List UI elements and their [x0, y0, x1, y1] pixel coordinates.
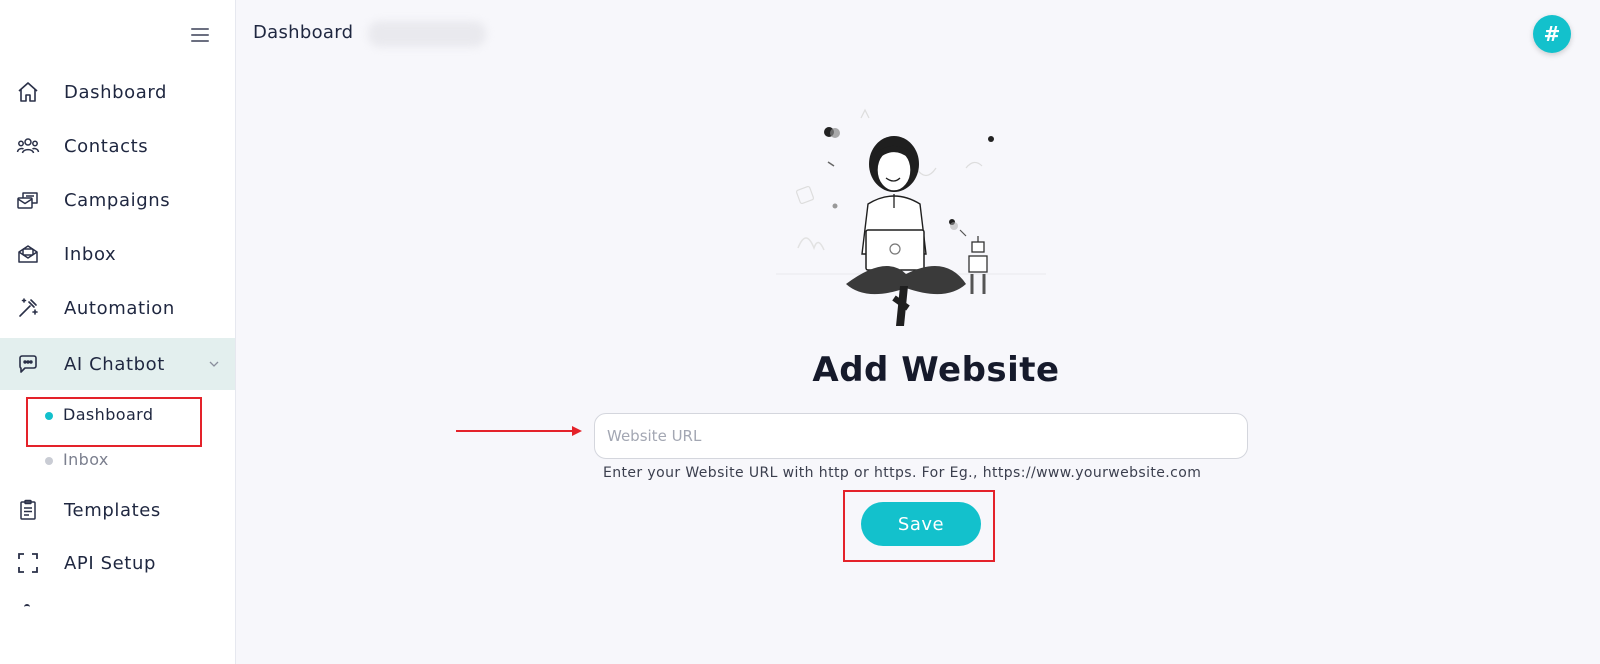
save-button[interactable]: Save: [861, 502, 981, 546]
cropped-icon-fragment: [24, 604, 30, 607]
inbox-icon: [16, 242, 40, 266]
sidebar-item-ai-chatbot[interactable]: AI Chatbot: [0, 338, 235, 390]
website-url-input[interactable]: [594, 413, 1248, 459]
sidebar-item-label: Campaigns: [64, 189, 171, 211]
page-title: Add Website: [812, 350, 1060, 390]
automation-icon: [16, 296, 40, 320]
active-dot: [45, 412, 53, 420]
sidebar-item-inbox[interactable]: Inbox: [0, 228, 235, 280]
sidebar-item-label: Inbox: [64, 243, 117, 265]
inactive-dot: [45, 457, 53, 465]
main-content: Dashboard # Add Website Website URL Ente…: [236, 0, 1600, 664]
annotation-arrow: [456, 426, 582, 436]
sidebar-item-label: Templates: [64, 499, 161, 521]
submenu-item-dashboard[interactable]: Dashboard: [0, 396, 235, 436]
sidebar-item-dashboard[interactable]: Dashboard: [0, 66, 235, 118]
submenu-item-inbox[interactable]: Inbox: [0, 441, 235, 481]
clipboard-icon: [16, 498, 40, 522]
url-hint-text: Enter your Website URL with http or http…: [603, 465, 1202, 481]
sidebar-item-label: AI Chatbot: [64, 353, 165, 375]
blurred-account-name: [368, 21, 486, 47]
campaigns-icon: [16, 188, 40, 212]
sidebar-item-label: Contacts: [64, 135, 149, 157]
sidebar-item-api-setup[interactable]: API Setup: [0, 537, 235, 589]
workspace-avatar-button[interactable]: #: [1533, 15, 1571, 53]
chevron-down-icon[interactable]: [208, 358, 220, 370]
api-frame-icon: [16, 551, 40, 575]
sidebar-item-campaigns[interactable]: Campaigns: [0, 174, 235, 226]
home-icon: [16, 80, 40, 104]
sidebar-item-label: Automation: [64, 297, 175, 319]
sidebar-item-automation[interactable]: Automation: [0, 282, 235, 334]
breadcrumb: Dashboard: [253, 22, 354, 43]
contacts-icon: [16, 134, 40, 158]
submenu-item-label: Inbox: [63, 450, 109, 469]
submenu-item-label: Dashboard: [63, 405, 154, 424]
illustration: [776, 98, 1056, 338]
chat-icon: [16, 352, 40, 376]
sidebar-item-label: Dashboard: [64, 81, 168, 103]
sidebar-item-templates[interactable]: Templates: [0, 484, 235, 536]
menu-toggle-icon[interactable]: [191, 27, 211, 43]
sidebar-item-contacts[interactable]: Contacts: [0, 120, 235, 172]
app-root: Dashboard Contacts Campaigns Inbox Autom…: [0, 0, 1600, 664]
sidebar-item-label: API Setup: [64, 552, 156, 574]
sidebar: Dashboard Contacts Campaigns Inbox Autom…: [0, 0, 236, 664]
top-bar: Dashboard #: [236, 0, 1600, 66]
